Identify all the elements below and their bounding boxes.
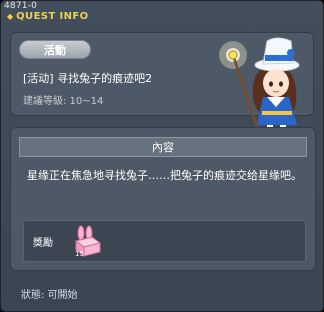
recommended-level: 建議等級: 10~14 <box>23 96 104 107</box>
belt <box>262 111 292 115</box>
window-title: QUEST INFO <box>16 11 89 22</box>
quest-status: 狀態: 可開始 <box>21 290 78 301</box>
hat-bow <box>287 49 295 57</box>
reward-label: 獎勵 <box>33 238 53 249</box>
face <box>263 69 289 97</box>
quest-category-tag: 活動 <box>19 40 91 59</box>
quest-content-panel: 內容 星缘正在焦急地寻找兔子……把兔子的痕迹交给星缘吧。 獎勵 15 <box>10 127 316 271</box>
diamond-icon: ◆ <box>7 12 14 21</box>
quest-title: [活动] 寻找兔子的痕迹吧2 <box>23 72 153 85</box>
eye-right <box>279 81 283 87</box>
reward-item-count: 15 <box>75 250 84 257</box>
reward-box: 獎勵 15 <box>23 220 306 262</box>
quest-summary-panel: 活動 [活动] 寻找兔子的痕迹吧2 建議等級: 10~14 <box>10 32 314 140</box>
quest-info-window: 4871-0 ◆ QUEST INFO 活動 [活动] 寻找兔子的痕迹吧2 建議… <box>0 0 324 312</box>
quest-id: 4871-0 <box>4 1 38 11</box>
staff-lamp <box>228 50 238 60</box>
eye-left <box>269 81 273 87</box>
title-bar[interactable]: ◆ QUEST INFO <box>7 11 89 22</box>
content-header: 內容 <box>19 137 307 157</box>
quest-description: 星缘正在焦急地寻找兔子……把兔子的痕迹交给星缘吧。 <box>27 169 302 182</box>
pink-rabbit-box-icon[interactable]: 15 <box>72 225 102 257</box>
